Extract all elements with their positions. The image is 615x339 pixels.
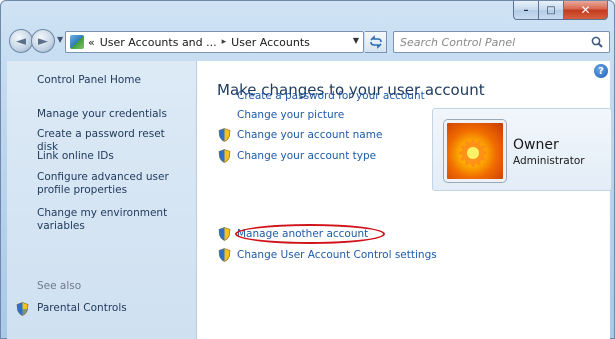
uac-shield-icon [16,302,29,316]
navigation-bar: ◄ ► ▼ « User Accounts and ... ▸ User Acc… [1,27,615,57]
see-also-heading: See also [37,280,82,292]
main-content-pane: ? Make changes to your user account Crea… [197,61,612,339]
left-navigation-pane: Control Panel Home Manage your credentia… [7,61,197,339]
task-change-picture[interactable]: Change your picture [237,109,344,121]
user-account-card: Owner Administrator [432,108,612,191]
flower-picture-icon [459,139,487,167]
address-bar[interactable]: « User Accounts and ... ▸ User Accounts … [65,31,364,53]
forward-arrow-icon[interactable]: ► [31,29,55,53]
help-icon[interactable]: ? [594,64,608,78]
user-name: Owner [513,137,559,153]
breadcrumb-separator-icon[interactable]: ▸ [222,37,227,47]
breadcrumb-user-accounts-and[interactable]: User Accounts and ... [100,36,217,49]
search-icon[interactable] [591,36,603,48]
caption-buttons: – □ ✕ [513,1,608,20]
task-change-uac-settings[interactable]: Change User Account Control settings [237,249,437,261]
uac-shield-icon [218,248,231,262]
sidebar-item-environment-variables[interactable]: Change my environment variables [37,207,187,233]
sidebar-item-advanced-profile[interactable]: Configure advanced user profile properti… [37,171,187,197]
close-button[interactable]: ✕ [564,1,608,20]
control-panel-icon [70,35,84,49]
parental-controls-link[interactable]: Parental Controls [37,302,127,314]
task-create-password[interactable]: Create a password for your account [237,90,425,102]
avatar [444,120,506,182]
user-role: Administrator [513,155,585,167]
search-input[interactable]: Search Control Panel [393,31,610,53]
window-frame: – □ ✕ ◄ ► ▼ « User Accounts and ... ▸ Us… [0,0,615,339]
sidebar-item-link-online-ids[interactable]: Link online IDs [37,150,187,163]
back-arrow-icon[interactable]: ◄ [9,29,33,53]
address-overflow-chevron[interactable]: « [88,36,95,49]
minimize-button[interactable]: – [513,1,539,20]
search-placeholder: Search Control Panel [400,35,516,49]
uac-shield-icon [218,149,231,163]
refresh-button[interactable] [365,31,387,53]
uac-shield-icon [218,227,231,241]
sidebar-item-manage-credentials[interactable]: Manage your credentials [37,108,187,121]
highlight-ellipse [235,224,385,244]
breadcrumb-user-accounts[interactable]: User Accounts [231,36,310,49]
address-dropdown-icon[interactable]: ▼ [353,36,359,45]
task-change-account-name[interactable]: Change your account name [237,129,382,141]
recent-pages-dropdown-icon[interactable]: ▼ [57,35,63,44]
uac-shield-icon [218,128,231,142]
control-panel-home-link[interactable]: Control Panel Home [37,74,187,87]
refresh-icon [369,35,382,49]
maximize-button[interactable]: □ [539,1,564,20]
task-change-account-type[interactable]: Change your account type [237,150,376,162]
